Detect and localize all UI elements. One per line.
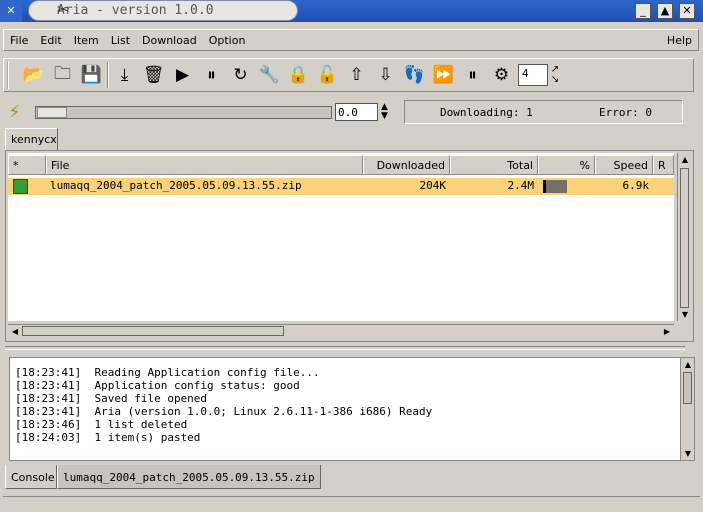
trash-icon[interactable]: 🗑 [139,61,168,90]
pause-all-icon[interactable]: ⏸ [458,61,487,90]
table-vertical-scrollbar[interactable]: ▲ ▼ [677,153,691,321]
wrench-icon[interactable]: 🔧 [255,61,284,90]
console-scroll-thumb[interactable] [683,372,692,404]
aria-logo-icon: ✂ [57,2,69,18]
move-down-icon[interactable]: ⇩ [371,61,400,90]
fast-forward-icon[interactable]: ⏩ [429,61,458,90]
log-line: [18:23:41] Aria (version 1.0.0; Linux 2.… [15,405,433,418]
tab-console[interactable]: Console [5,465,57,489]
speed-slider-handle[interactable] [37,107,67,118]
plug-icon: ⚡ [8,102,21,123]
footprints-icon[interactable]: 👣 [400,61,429,90]
row-speed: 6.9k [622,179,650,192]
import-icon[interactable]: ⤓ [110,61,139,90]
title-pill: ✂ Aria - version 1.0.0 [28,0,298,21]
menu-bar: File Edit Item List Download Option Help [3,29,699,51]
console-scroll-up-icon[interactable]: ▲ [681,358,695,371]
console-scrollbar[interactable]: ▲ ▼ [680,358,694,460]
pane-splitter[interactable] [5,346,685,350]
download-status-box: Downloading: 1 Error: 0 [404,100,683,124]
toolbar-separator [107,62,109,88]
menu-item[interactable]: Item [68,34,105,47]
log-line: [18:23:41] Application config status: go… [15,379,300,392]
tab-list-kennycx[interactable]: kennycx [5,128,58,150]
menu-download[interactable]: Download [136,34,203,47]
column-header-r[interactable]: R [653,155,674,175]
console-lines: [18:23:41] Reading Application config fi… [15,366,432,444]
unlock-icon[interactable]: 🔓 [313,61,342,90]
row-file: lumaqq_2004_patch_2005.05.09.13.55.zip [50,179,302,192]
menu-option[interactable]: Option [203,34,252,47]
log-line: [18:23:46] 1 list deleted [15,418,188,431]
error-count: Error: 0 [599,106,652,119]
lock-icon[interactable]: 🔒 [284,61,313,90]
thread-count-spinner[interactable]: ↗ ↘ [550,65,560,85]
new-folder-icon[interactable]: 🗀 [48,61,77,90]
menu-file[interactable]: File [4,34,34,47]
download-table: * File Downloaded Total % Speed R lumaqq… [5,150,694,342]
column-header-percent[interactable]: % [538,155,595,175]
row-downloaded: 204K [419,179,447,192]
speed-limit-slider[interactable] [35,106,332,119]
table-body: * File Downloaded Total % Speed R lumaqq… [8,153,674,321]
status-bar [3,496,700,508]
scroll-up-icon[interactable]: ▲ [678,153,692,166]
bottom-tabs: Console lumaqq_2004_patch_2005.05.09.13.… [5,465,700,491]
scroll-down-icon[interactable]: ▼ [678,308,692,321]
horizontal-scroll-thumb[interactable] [22,326,284,336]
column-header-file[interactable]: File [46,155,363,175]
console-log: [18:23:41] Reading Application config fi… [9,357,695,461]
menu-help[interactable]: Help [661,34,698,47]
speed-row: ⚡ 0.0 ▲ ▼ Downloading: 1 Error: 0 [0,98,703,128]
restart-icon[interactable]: ↻ [226,61,255,90]
speed-limit-input[interactable]: 0.0 [335,103,378,121]
scroll-left-icon[interactable]: ◀ [8,325,22,338]
save-icon[interactable]: 💾 [77,61,106,90]
open-folder-icon[interactable]: 📂 [19,61,48,90]
column-header-downloaded[interactable]: Downloaded [363,155,450,175]
column-header-speed[interactable]: Speed [595,155,653,175]
table-row[interactable]: lumaqq_2004_patch_2005.05.09.13.55.zip 2… [8,178,674,195]
app-menu-icon[interactable]: ✕ [0,0,22,22]
downloading-status-icon [13,179,28,194]
downloading-count: Downloading: 1 [440,106,533,119]
column-header-status[interactable]: * [8,155,46,175]
settings-icon[interactable]: ⚙ [487,61,516,90]
title-bar: ✕ ✂ Aria - version 1.0.0 _ ▲ ✕ [0,0,703,22]
toolbar: 📂 🗀 💾 ⤓ 🗑 ▶ ⏸ ↻ 🔧 🔒 🔓 ⇧ ⇩ 👣 ⏩ ⏸ ⚙ 4 ↗ ↘ [3,58,694,92]
move-up-icon[interactable]: ⇧ [342,61,371,90]
pause-icon[interactable]: ⏸ [197,61,226,90]
maximize-button[interactable]: ▲ [657,3,673,19]
play-icon[interactable]: ▶ [168,61,197,90]
row-progress-bar [543,180,567,193]
console-scroll-down-icon[interactable]: ▼ [681,447,695,460]
tab-file-info[interactable]: lumaqq_2004_patch_2005.05.09.13.55.zip [57,465,321,489]
log-line: [18:24:03] 1 item(s) pasted [15,431,201,444]
row-total: 2.4M [507,179,535,192]
menu-list[interactable]: List [105,34,136,47]
toolbar-grip[interactable] [7,61,15,89]
log-line: [18:23:41] Saved file opened [15,392,208,405]
scroll-right-icon[interactable]: ▶ [660,325,674,338]
menu-edit[interactable]: Edit [34,34,67,47]
close-button[interactable]: ✕ [679,3,695,19]
thread-count-input[interactable]: 4 [518,64,548,86]
log-line: [18:23:41] Reading Application config fi… [15,366,320,379]
speed-limit-spinner[interactable]: ▲ ▼ [381,103,388,121]
table-header: * File Downloaded Total % Speed R [8,155,674,175]
vertical-scroll-thumb[interactable] [680,168,689,308]
minimize-button[interactable]: _ [635,3,651,19]
table-horizontal-scrollbar[interactable]: ◀ ▶ [8,324,674,338]
column-header-total[interactable]: Total [450,155,538,175]
window-title: Aria - version 1.0.0 [57,3,214,18]
